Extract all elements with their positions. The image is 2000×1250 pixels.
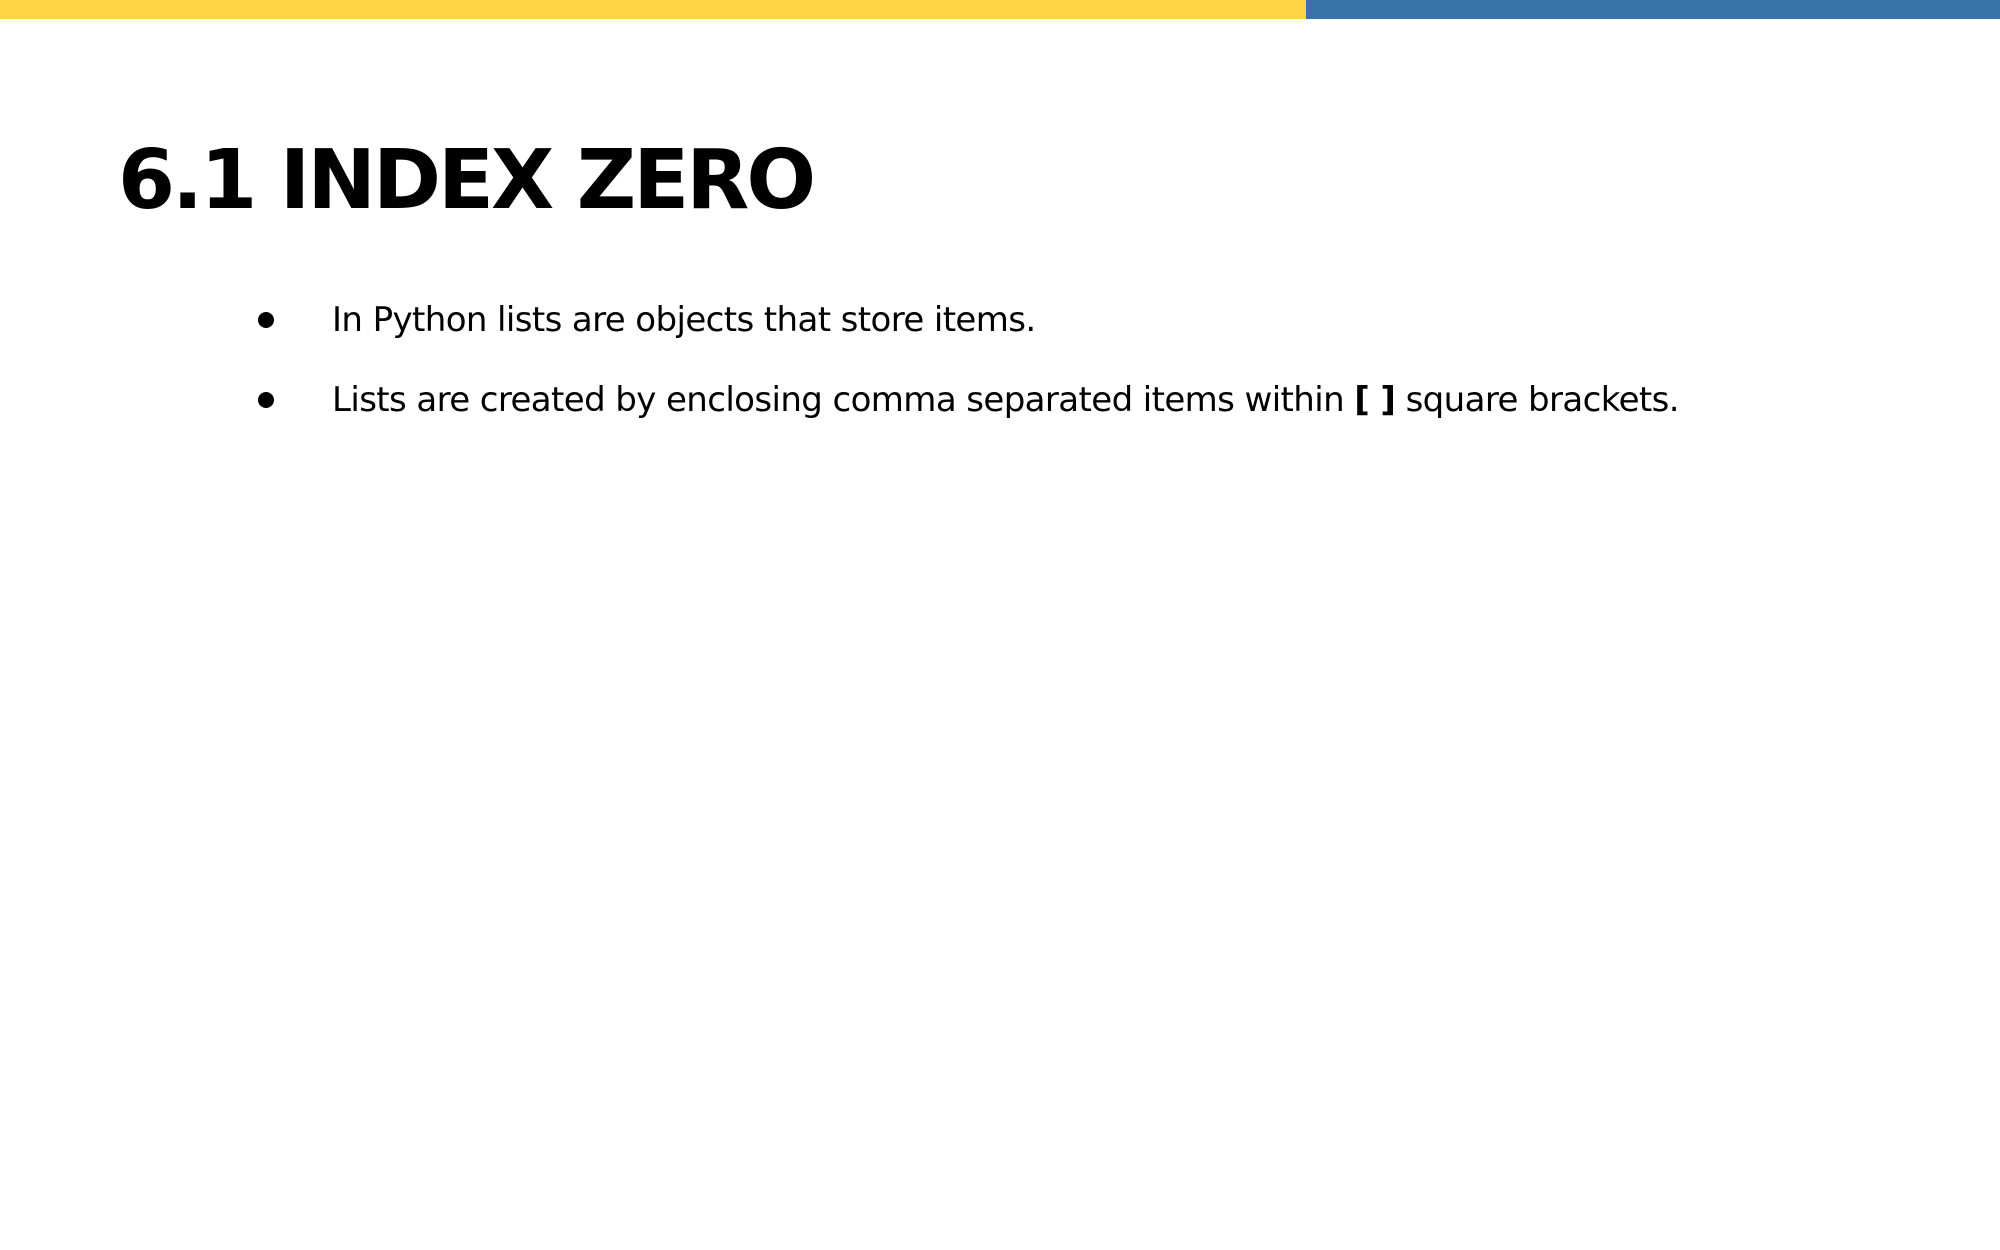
top-accent-bar-blue xyxy=(1306,0,2000,19)
bullet-text: Lists are created by enclosing comma sep… xyxy=(332,372,1680,428)
bullet-item: Lists are created by enclosing comma sep… xyxy=(258,372,1680,428)
bullet-dot-icon xyxy=(258,392,274,408)
bullet-list: In Python lists are objects that store i… xyxy=(258,292,1680,452)
bullet-text: In Python lists are objects that store i… xyxy=(332,300,1036,340)
top-accent-bar xyxy=(0,0,2000,19)
slide-title: 6.1 INDEX ZERO xyxy=(118,133,816,228)
top-accent-bar-yellow xyxy=(0,0,1306,19)
bullet-text-after: square brackets. xyxy=(1395,380,1680,420)
bullet-text-before: Lists are created by enclosing comma sep… xyxy=(332,380,1355,420)
square-brackets-code: [ ] xyxy=(1354,380,1396,420)
bullet-item: In Python lists are objects that store i… xyxy=(258,292,1679,348)
bullet-dot-icon xyxy=(258,312,274,328)
